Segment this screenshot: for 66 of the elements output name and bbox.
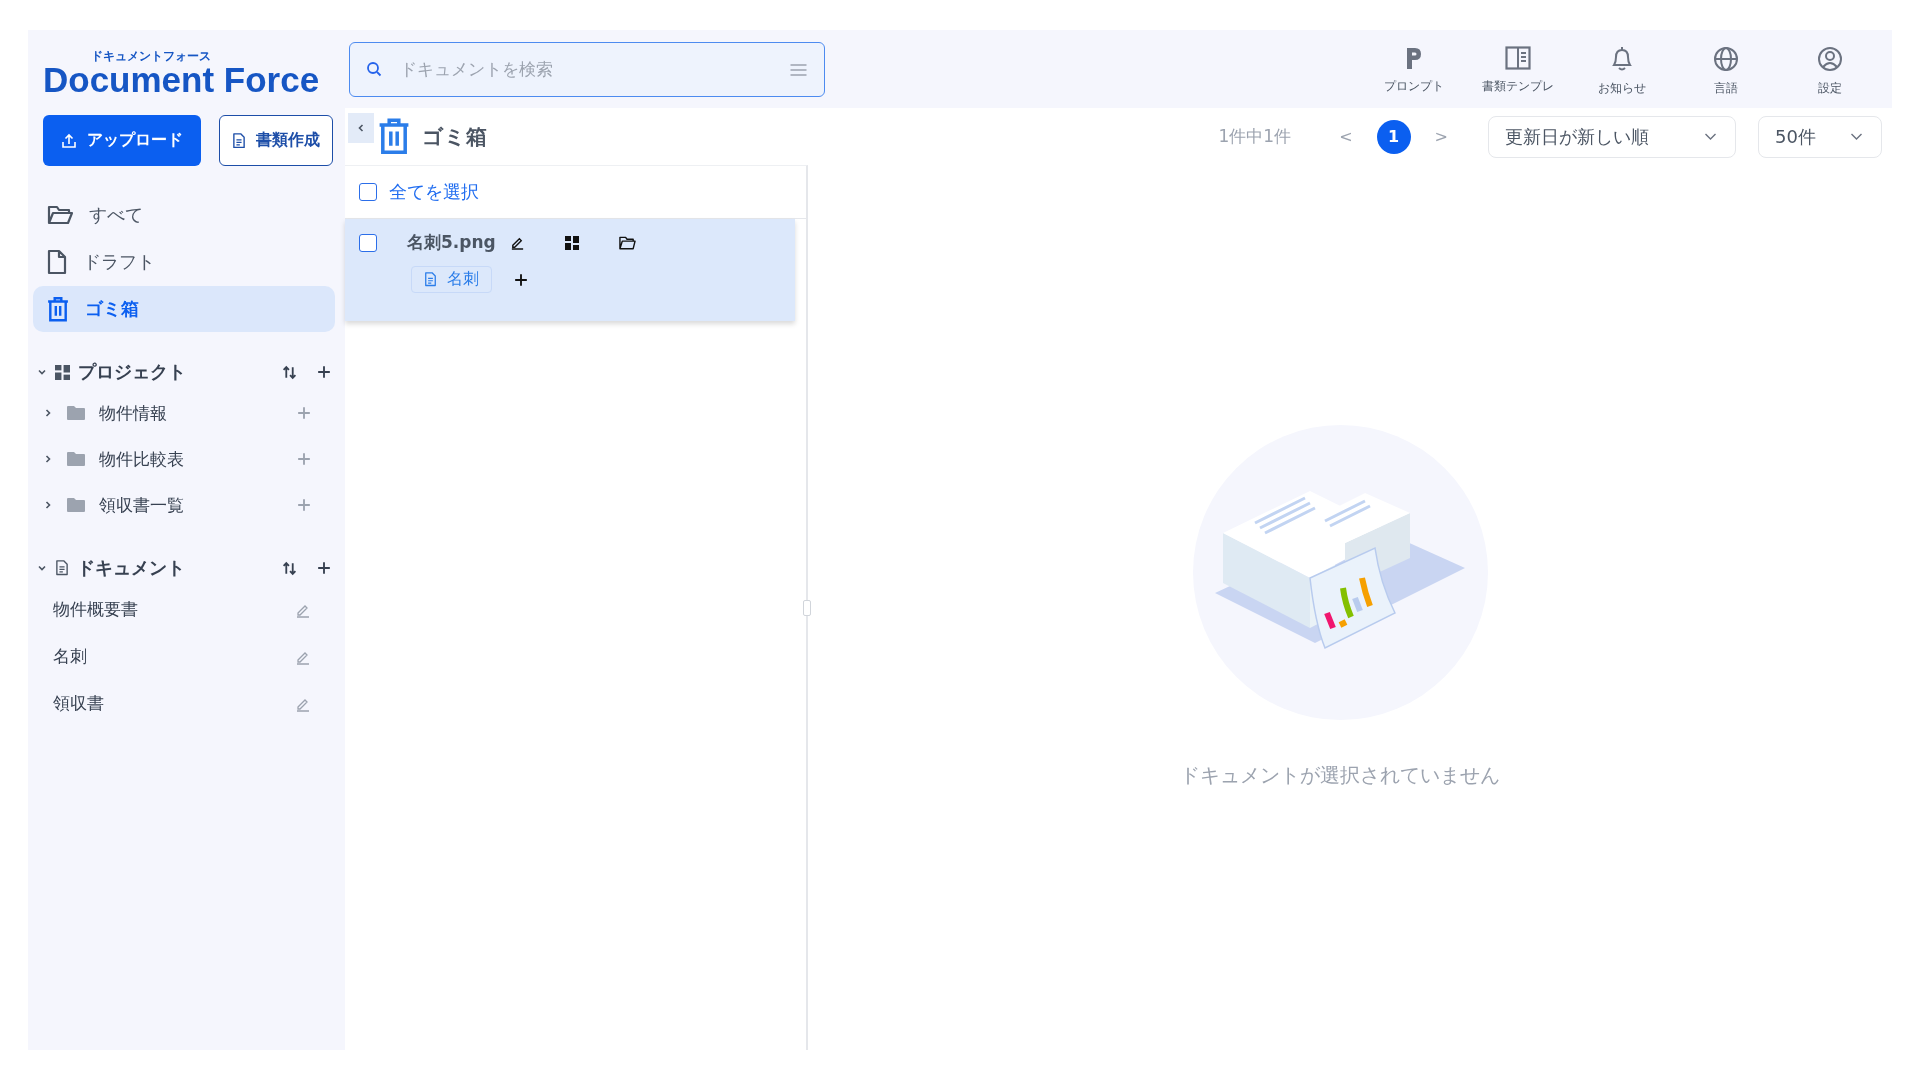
folder-icon[interactable] xyxy=(618,235,636,250)
sort-icon[interactable] xyxy=(282,560,297,576)
add-icon[interactable] xyxy=(317,365,331,379)
chevron-down-icon[interactable] xyxy=(37,367,47,377)
select-all-label[interactable]: 全てを選択 xyxy=(389,180,479,204)
file-icon xyxy=(47,249,67,275)
notifications-button[interactable]: お知らせ xyxy=(1570,41,1674,97)
document-icon xyxy=(424,272,437,287)
add-icon[interactable] xyxy=(514,272,528,287)
checkbox[interactable] xyxy=(359,233,377,252)
nav-item[interactable]: すべて xyxy=(33,192,335,238)
nav-item[interactable]: ゴミ箱 xyxy=(33,286,335,332)
document-item[interactable]: 物件概要書 xyxy=(33,586,335,633)
settings-button[interactable]: 設定 xyxy=(1778,41,1882,97)
grid-icon xyxy=(55,364,70,380)
chevron-left-icon xyxy=(356,123,366,133)
sort-icon[interactable] xyxy=(282,364,297,380)
folder-icon xyxy=(67,452,85,466)
section-title: ドキュメント xyxy=(77,556,185,580)
folder-icon xyxy=(47,204,73,226)
chevron-down-icon[interactable] xyxy=(37,563,47,573)
document-item[interactable]: 領収書 xyxy=(33,680,335,727)
document-item[interactable]: 名刺 xyxy=(33,633,335,680)
pencil-icon[interactable] xyxy=(509,235,525,250)
document-icon xyxy=(232,132,246,149)
page-button[interactable]: 1 xyxy=(1376,119,1411,154)
create-document-button[interactable]: 書類作成 xyxy=(219,115,333,166)
upload-icon xyxy=(61,132,77,149)
resize-handle[interactable] xyxy=(803,600,811,616)
language-button[interactable]: 言語 xyxy=(1674,41,1778,97)
trash-icon xyxy=(378,117,410,156)
project-item[interactable]: 物件情報 xyxy=(33,390,335,436)
p-letter-icon xyxy=(1404,45,1424,70)
chevron-right-icon[interactable] xyxy=(43,500,53,510)
chevron-down-icon xyxy=(1704,132,1717,141)
page-title: ゴミ箱 xyxy=(422,123,487,151)
result-count: 1件中1件 xyxy=(1218,125,1292,148)
project-item[interactable]: 物件比較表 xyxy=(33,436,335,482)
per-page-dropdown[interactable]: 50件 xyxy=(1758,115,1882,158)
document-icon xyxy=(55,560,69,576)
file-name: 名刺5.png xyxy=(407,231,496,254)
trash-icon xyxy=(47,295,69,323)
folder-icon xyxy=(67,406,85,420)
search-icon xyxy=(366,60,382,77)
add-icon[interactable] xyxy=(317,561,331,575)
nav-item[interactable]: ドラフト xyxy=(33,239,335,285)
upload-button[interactable]: アップロード xyxy=(43,115,201,166)
template-button[interactable]: 書類テンプレ xyxy=(1466,41,1570,97)
chevron-right-icon[interactable] xyxy=(43,454,53,464)
section-title: プロジェクト xyxy=(78,360,186,384)
search-field[interactable]: ドキュメントを検索 xyxy=(349,41,825,97)
prompt-button[interactable]: プロンプト xyxy=(1362,41,1466,97)
user-icon xyxy=(1817,45,1843,72)
grid-icon[interactable] xyxy=(564,235,579,250)
folder-icon xyxy=(67,498,85,512)
logo: ドキュメントフォース Document Force xyxy=(42,48,321,97)
chevron-right-icon[interactable] xyxy=(43,408,53,418)
checkbox[interactable] xyxy=(359,183,377,201)
sort-dropdown[interactable]: 更新日が新しい順 xyxy=(1488,115,1736,158)
empty-state-message: ドキュメントが選択されていません xyxy=(1180,762,1500,789)
project-item[interactable]: 領収書一覧 xyxy=(33,482,335,528)
split-panel-icon xyxy=(1505,45,1531,70)
bell-icon xyxy=(1610,45,1634,72)
file-card[interactable]: 名刺5.png 名刺 xyxy=(345,219,795,321)
globe-icon xyxy=(1713,45,1739,72)
chevron-down-icon xyxy=(1850,132,1863,141)
